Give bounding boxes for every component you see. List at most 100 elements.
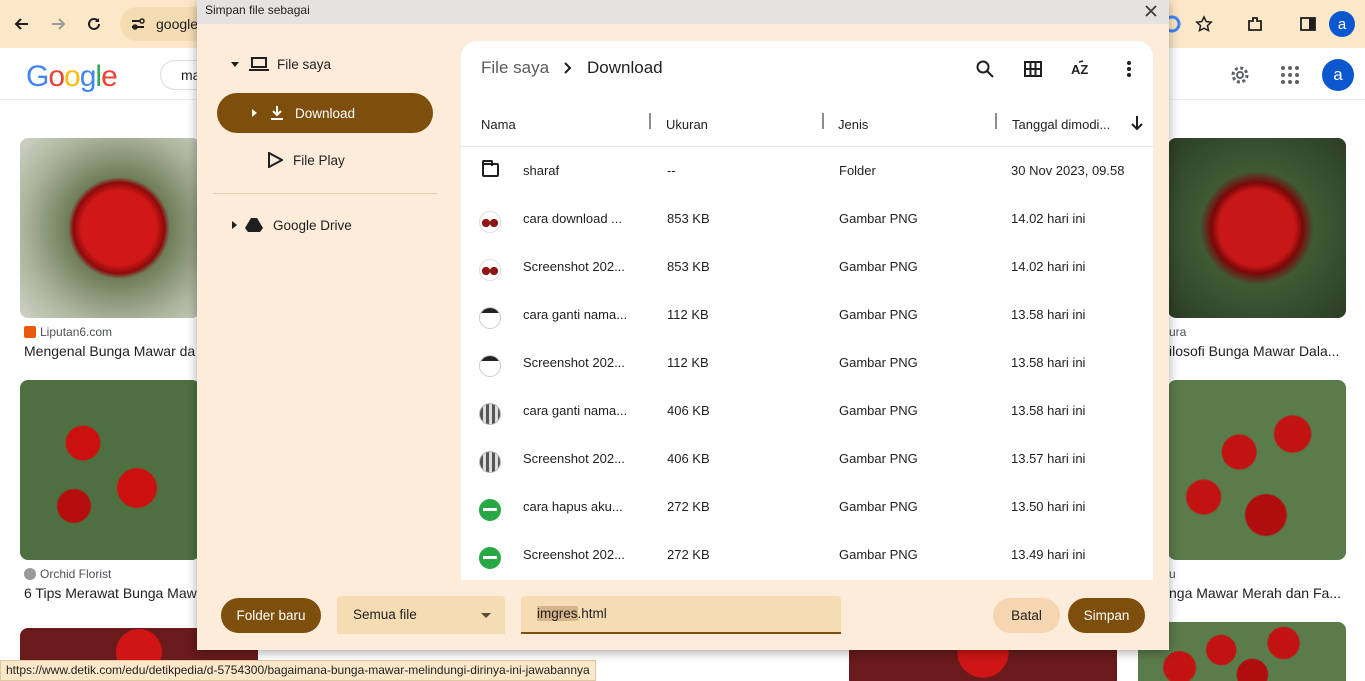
grid-view-button[interactable]: [1021, 57, 1045, 81]
result-image[interactable]: [1138, 622, 1346, 681]
column-header-type[interactable]: Jenis: [838, 101, 868, 147]
file-name: Screenshot 202...: [523, 355, 625, 370]
result-image[interactable]: [1168, 138, 1346, 318]
more-vert-icon: [1127, 61, 1131, 77]
dialog-title: Simpan file sebagai: [205, 3, 310, 17]
expand-caret-icon[interactable]: [231, 61, 239, 67]
apps-grid-icon[interactable]: [1279, 64, 1301, 86]
image-thumbnail-icon: [479, 259, 501, 281]
file-size: 272 KB: [667, 547, 710, 562]
file-row[interactable]: cara download ... 853 KB Gambar PNG 14.02 h…: [461, 195, 1153, 243]
breadcrumb: File saya Download: [481, 58, 663, 78]
bookmark-star-icon[interactable]: [1192, 12, 1216, 36]
file-list-panel: File saya Download AZ Nama Ukuran Jenis …: [461, 41, 1153, 580]
side-panel-icon[interactable]: [1296, 12, 1320, 36]
file-row[interactable]: Screenshot 202... 406 KB Gambar PNG 13.57 h…: [461, 435, 1153, 483]
forward-button[interactable]: [46, 12, 70, 36]
file-row[interactable]: Screenshot 202... 853 KB Gambar PNG 14.02 h…: [461, 243, 1153, 291]
column-header-name[interactable]: Nama: [481, 101, 516, 147]
search-button[interactable]: [973, 57, 997, 81]
result-title[interactable]: 6 Tips Merawat Bunga Maw: [24, 585, 198, 601]
file-row[interactable]: Screenshot 202... 272 KB Gambar PNG 13.49 h…: [461, 531, 1153, 579]
breadcrumb-root[interactable]: File saya: [481, 58, 549, 78]
back-button[interactable]: [10, 12, 34, 36]
result-image[interactable]: [20, 380, 200, 560]
result-title[interactable]: Mengenal Bunga Mawar da: [24, 343, 198, 359]
nav-divider: [213, 193, 437, 194]
nav-item-file-saya[interactable]: File saya: [217, 44, 433, 84]
laptop-icon: [249, 57, 269, 71]
expand-caret-icon[interactable]: [232, 221, 237, 229]
file-row[interactable]: cara hapus aku... 272 KB Gambar PNG 13.50 h…: [461, 483, 1153, 531]
filename-input[interactable]: imgres.html: [521, 596, 841, 634]
file-row[interactable]: Screenshot 202... 112 KB Gambar PNG 13.58 h…: [461, 339, 1153, 387]
column-header-modified[interactable]: Tanggal dimodi...: [1012, 101, 1110, 147]
more-options-button[interactable]: [1117, 57, 1141, 81]
image-thumbnail-icon: [479, 451, 501, 473]
download-icon: [271, 106, 283, 120]
nav-item-google-drive[interactable]: Google Drive: [217, 205, 433, 245]
search-icon: [976, 60, 994, 78]
column-resize-handle[interactable]: [822, 113, 824, 129]
source-favicon-icon: [24, 326, 36, 338]
cancel-button[interactable]: Batal: [993, 598, 1060, 633]
result-image[interactable]: [1168, 380, 1346, 560]
result-title[interactable]: nga Mawar Merah dan Fa...: [1169, 585, 1341, 601]
result-source: ura: [1169, 325, 1187, 339]
result-image[interactable]: [20, 138, 200, 318]
forward-arrow-icon: [52, 18, 66, 30]
file-row[interactable]: sharaf -- Folder 30 Nov 2023, 09.58: [461, 147, 1153, 195]
image-thumbnail-icon: [479, 307, 501, 329]
file-type-select[interactable]: Semua file: [337, 596, 505, 634]
image-thumbnail-icon: [479, 355, 501, 377]
omnibox-text: google: [156, 16, 199, 32]
expand-caret-icon[interactable]: [252, 109, 257, 117]
file-size: 853 KB: [667, 211, 710, 226]
google-logo[interactable]: Google: [26, 60, 118, 94]
sort-az-icon: AZ: [1071, 60, 1088, 77]
file-size: 406 KB: [667, 403, 710, 418]
new-folder-button[interactable]: Folder baru: [221, 598, 321, 633]
settings-gear-icon[interactable]: [1229, 64, 1251, 86]
file-type: Gambar PNG: [839, 547, 918, 562]
image-thumbnail-icon: [479, 499, 501, 521]
grid-view-icon: [1024, 61, 1042, 77]
dialog-footer: Folder baru Semua file imgres.html Batal…: [197, 580, 1169, 650]
file-modified: 13.57 hari ini: [1011, 451, 1086, 466]
column-resize-handle[interactable]: [649, 113, 651, 129]
file-name: Screenshot 202...: [523, 451, 625, 466]
nav-tree: File saya Download File Play Google Driv…: [197, 24, 459, 580]
sort-direction-button[interactable]: [1125, 111, 1149, 135]
file-type: Folder: [839, 163, 876, 178]
google-account-avatar[interactable]: a: [1322, 59, 1354, 91]
filename-extension: .html: [577, 606, 607, 621]
file-size: 272 KB: [667, 499, 710, 514]
save-file-dialog: Simpan file sebagai File saya Download F…: [197, 0, 1169, 650]
file-modified: 13.50 hari ini: [1011, 499, 1086, 514]
save-button[interactable]: Simpan: [1068, 598, 1145, 633]
column-header-size[interactable]: Ukuran: [666, 101, 708, 147]
file-name: Screenshot 202...: [523, 547, 625, 562]
file-row[interactable]: cara ganti nama... 112 KB Gambar PNG 13.58 …: [461, 291, 1153, 339]
nav-item-download[interactable]: Download: [217, 93, 433, 133]
column-resize-handle[interactable]: [995, 113, 997, 129]
file-modified: 13.58 hari ini: [1011, 403, 1086, 418]
file-name: cara hapus aku...: [523, 499, 623, 514]
dialog-titlebar: Simpan file sebagai: [197, 0, 1169, 24]
file-name: cara ganti nama...: [523, 307, 628, 322]
sort-button[interactable]: AZ: [1069, 57, 1093, 81]
reload-button[interactable]: [82, 12, 106, 36]
site-settings-icon: [132, 18, 145, 30]
file-type: Gambar PNG: [839, 355, 918, 370]
result-source: Liputan6.com: [24, 325, 112, 339]
file-type: Gambar PNG: [839, 307, 918, 322]
extensions-icon[interactable]: [1243, 12, 1267, 36]
result-source: Orchid Florist: [24, 567, 111, 581]
source-favicon-icon: [24, 568, 36, 580]
file-row[interactable]: cara ganti nama... 406 KB Gambar PNG 13.58 …: [461, 387, 1153, 435]
profile-avatar[interactable]: a: [1329, 11, 1355, 37]
nav-item-file-play[interactable]: File Play: [217, 140, 433, 180]
file-modified: 14.02 hari ini: [1011, 211, 1086, 226]
result-title[interactable]: ilosofi Bunga Mawar Dala...: [1169, 343, 1341, 359]
dialog-close-button[interactable]: [1141, 1, 1161, 21]
